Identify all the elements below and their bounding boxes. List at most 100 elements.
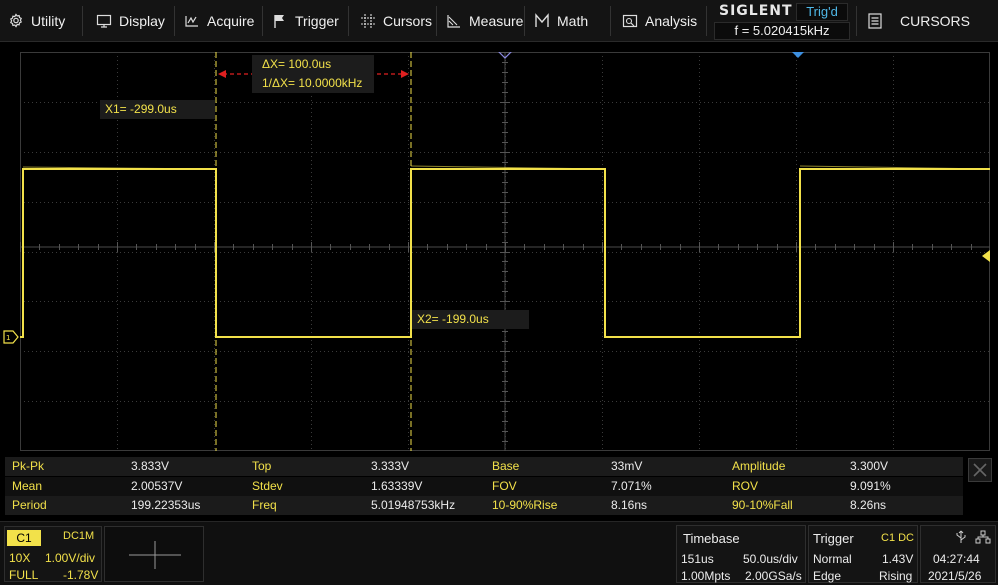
- status-bar: C1 DC1M 10X 1.00V/div FULL -1.78V Timeba…: [0, 521, 998, 585]
- measurement-table: Pk-Pk 3.833V Top 3.333V Base 33mV Amplit…: [5, 456, 963, 515]
- trigger-level-marker[interactable]: [982, 250, 990, 262]
- channel1-scale: 1.00V/div: [45, 551, 96, 565]
- measure-label: 90-10%Fall: [732, 498, 793, 512]
- cursor-delta-readout: ΔX= 100.0us 1/ΔX= 10.0000kHz: [252, 55, 374, 93]
- cursor-x2-readout: X2= -199.0us: [412, 310, 529, 329]
- menu-list-icon: [868, 13, 882, 29]
- menu-display[interactable]: Display: [96, 0, 165, 42]
- channel1-probe: 10X: [9, 551, 31, 565]
- menu-cursors-label: Cursors: [383, 13, 433, 29]
- measure-value: 3.833V: [131, 459, 170, 473]
- cursors-icon: [360, 13, 376, 29]
- trigger-panel[interactable]: Trigger C1 DC Normal 1.43V Edge Rising: [808, 525, 918, 583]
- trigger-type: Edge: [813, 569, 842, 583]
- measure-label: Amplitude: [732, 459, 786, 473]
- measure-label: Base: [492, 459, 520, 473]
- cursor-inverse-delta-x: 1/ΔX= 10.0000kHz: [262, 76, 363, 90]
- measure-value: 199.22353us: [131, 498, 201, 512]
- trigger-source: C1 DC: [881, 532, 915, 544]
- measure-icon: [446, 13, 462, 29]
- menu-math[interactable]: Math: [534, 0, 588, 42]
- trigger-frequency-readout: f = 5.020415kHz: [714, 22, 850, 40]
- menu-analysis-label: Analysis: [645, 13, 698, 29]
- menu-measure-label: Measure: [469, 13, 524, 29]
- channel1-bandwidth: FULL: [9, 568, 39, 582]
- menu-separator: [348, 6, 349, 36]
- channel1-badge: C1: [7, 530, 41, 546]
- menu-analysis[interactable]: Analysis: [622, 0, 697, 42]
- timebase-delay: 151us: [681, 552, 714, 566]
- menu-bar: Utility Display Acquire Trigger Cursors …: [0, 0, 998, 42]
- network-icon: [975, 530, 991, 544]
- timebase-title: Timebase: [683, 531, 740, 546]
- brand-logo: SIGLENT: [719, 3, 793, 19]
- math-icon: [534, 13, 550, 29]
- measure-label: 10-90%Rise: [492, 498, 558, 512]
- add-channel-button[interactable]: [104, 526, 204, 582]
- utility-icon: [8, 13, 24, 29]
- channel1-coupling: DC1M: [63, 530, 95, 542]
- timebase-scale: 50.0us/div: [743, 552, 798, 566]
- menu-separator: [262, 6, 263, 36]
- menu-separator: [706, 6, 707, 36]
- measure-label: Stdev: [252, 479, 283, 493]
- clock-time: 04:27:44: [933, 552, 980, 566]
- menu-utility-label: Utility: [31, 13, 66, 29]
- trigger-mode: Normal: [813, 552, 852, 566]
- measure-value: 7.071%: [611, 479, 652, 493]
- cursor-x1-value: X1= -299.0us: [105, 102, 177, 116]
- measure-value: 8.26ns: [850, 498, 887, 512]
- menu-separator: [82, 6, 83, 36]
- measurement-close-button[interactable]: [968, 458, 992, 482]
- measure-label: Top: [252, 459, 272, 473]
- analysis-icon: [622, 13, 638, 29]
- menu-utility[interactable]: Utility: [8, 0, 65, 42]
- sample-rate: 2.00GSa/s: [745, 569, 802, 583]
- memory-depth: 1.00Mpts: [681, 569, 731, 583]
- measurement-row: Mean 2.00537V Stdev 1.63339V FOV 7.071% …: [5, 477, 963, 496]
- menu-acquire-label: Acquire: [207, 13, 255, 29]
- cursor-x2-value: X2= -199.0us: [417, 312, 489, 326]
- menu-separator: [524, 6, 525, 36]
- display-icon: [96, 13, 112, 29]
- measure-value: 5.01948753kHz: [371, 498, 456, 512]
- menu-cursors[interactable]: Cursors: [360, 0, 432, 42]
- measure-value: 3.300V: [850, 459, 889, 473]
- plus-icon: [129, 541, 181, 569]
- measurement-row: Pk-Pk 3.833V Top 3.333V Base 33mV Amplit…: [5, 457, 963, 476]
- menu-math-label: Math: [557, 13, 589, 29]
- menu-trigger[interactable]: Trigger: [272, 0, 339, 42]
- measure-value: 33mV: [611, 459, 643, 473]
- measure-value: 2.00537V: [131, 479, 183, 493]
- timebase-panel[interactable]: Timebase 151us 50.0us/div 1.00Mpts 2.00G…: [676, 525, 806, 583]
- channel1-panel[interactable]: C1 DC1M 10X 1.00V/div FULL -1.78V: [4, 526, 102, 582]
- trigger-slope: Rising: [879, 569, 913, 583]
- trigger-flag-icon: [272, 13, 288, 29]
- menu-separator: [174, 6, 175, 36]
- measure-value: 3.333V: [371, 459, 410, 473]
- svg-text:1: 1: [6, 334, 10, 342]
- trigger-title: Trigger: [813, 531, 854, 546]
- measure-label: Freq: [252, 498, 277, 512]
- menu-separator: [436, 6, 437, 36]
- trigger-status-badge: Trig'd: [796, 3, 848, 21]
- menu-acquire[interactable]: Acquire: [184, 0, 254, 42]
- measure-value: 8.16ns: [611, 498, 648, 512]
- clock-panel: 04:27:44 2021/5/26: [920, 525, 996, 583]
- measure-label: FOV: [492, 479, 517, 493]
- trigger-position-marker[interactable]: [791, 52, 805, 58]
- cursor-delta-x: ΔX= 100.0us: [262, 57, 332, 71]
- trigger-level: 1.43V: [882, 552, 914, 566]
- menu-trigger-label: Trigger: [295, 13, 339, 29]
- active-menu-button[interactable]: CURSORS: [868, 0, 970, 42]
- measure-label: ROV: [732, 479, 759, 493]
- usb-icon: [956, 530, 966, 543]
- measure-label: Mean: [12, 479, 43, 493]
- clock-date: 2021/5/26: [928, 569, 982, 583]
- measure-label: Period: [12, 498, 47, 512]
- measurement-row: Period 199.22353us Freq 5.01948753kHz 10…: [5, 496, 963, 515]
- measure-value: 1.63339V: [371, 479, 423, 493]
- menu-measure[interactable]: Measure: [446, 0, 523, 42]
- channel1-offset-marker[interactable]: 1: [3, 330, 19, 344]
- active-menu-label: CURSORS: [900, 13, 971, 29]
